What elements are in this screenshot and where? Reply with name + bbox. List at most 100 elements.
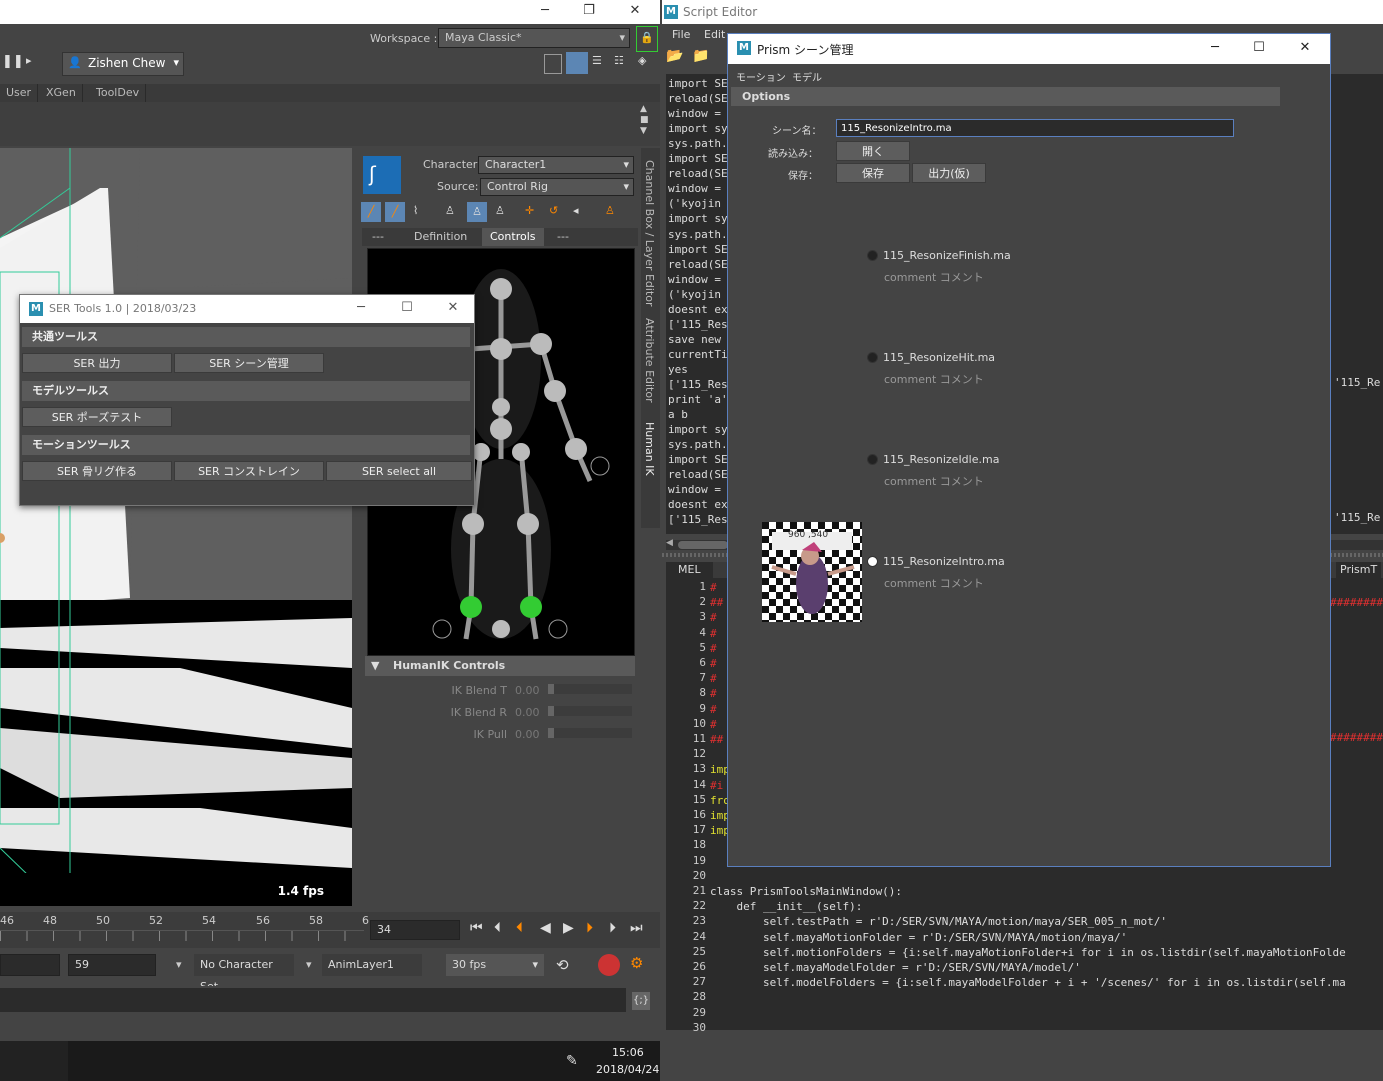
ser-scene-manager-button[interactable]: SER シーン管理 [174,353,324,373]
source-script-icon[interactable]: 📁 [692,48,709,64]
ik-blend-r-slider[interactable] [548,706,632,716]
open-script-icon[interactable]: 📂 [666,48,683,64]
animation-prefs-icon[interactable]: ⚙ [630,954,643,972]
prev-key-icon[interactable]: ⏴ [516,920,523,936]
range-bar[interactable] [0,954,60,976]
script-editor-icon[interactable]: {;} [632,992,650,1010]
tab-prism[interactable]: PrismT [1336,562,1382,578]
shelf-tab-user[interactable]: User [0,84,39,102]
lock-icon[interactable]: 🔒 [636,26,658,52]
scene-item[interactable]: 115_ResonizeHit.ma comment コメント [728,336,1330,386]
export-button[interactable]: 出力(仮) [912,163,986,183]
ser-pose-test-button[interactable]: SER ポーズテスト [22,407,172,427]
ik-pull-value[interactable]: 0.00 [515,728,540,741]
source-dropdown[interactable]: Control Rig ▾ [480,178,634,196]
channel-box-icon[interactable]: ◈ [638,54,646,67]
character-pose-icon[interactable]: ♙ [605,204,615,217]
pen-icon[interactable]: ✎ [566,1053,578,1069]
play-forward-icon[interactable]: ▶ [563,920,574,936]
scroll-left-icon[interactable]: ◀ [666,538,673,548]
ik-pull-slider[interactable] [548,728,632,738]
anim-layer-dropdown[interactable]: AnimLayer1 [322,954,422,976]
auto-key-icon[interactable] [598,954,620,976]
humanik-logo-icon[interactable]: ʃ [363,156,401,194]
chevron-down-icon[interactable]: ▾ [176,958,182,971]
scene-radio[interactable] [867,250,878,261]
scene-radio[interactable] [867,352,878,363]
tab-dash-left[interactable]: --- [372,230,384,243]
scene-radio-checked[interactable] [867,556,878,567]
maximize-icon[interactable]: ☐ [1236,37,1282,61]
stance-pose-icon[interactable]: ♙ [445,204,455,217]
play-back-icon[interactable]: ◀ [540,920,551,936]
restore-icon[interactable]: ❐ [566,0,612,24]
ser-constrain-button[interactable]: SER コンストレイン [174,461,324,481]
tab-mel[interactable]: MEL [666,562,713,578]
ser-export-button[interactable]: SER 出力 [22,353,172,373]
command-input[interactable] [0,988,626,1012]
modeling-toolkit-icon[interactable] [544,54,562,74]
scene-item[interactable]: 115_ResonizeFinish.ma comment コメント [728,234,1330,284]
section-model-tools[interactable]: モデルツールス [22,381,470,401]
menu-file[interactable]: File [672,28,690,41]
tab-definition[interactable]: Definition [414,230,467,243]
options-header[interactable]: Options [731,87,1280,106]
pin-translate-icon[interactable]: ✛ [525,204,534,217]
shelf-scroll-icon[interactable]: ▲ ■ ▼ [640,104,649,137]
taskbar-item[interactable] [0,1041,68,1081]
ik-blend-r-value[interactable]: 0.00 [515,706,540,719]
character-set-dropdown[interactable]: No Character Set [194,954,294,993]
scroll-thumb[interactable] [678,541,728,549]
fps-dropdown[interactable]: 30 fps ▾ [446,954,544,976]
tab-attribute-editor[interactable]: Attribute Editor [643,318,656,403]
tab-human-ik[interactable]: Human IK [643,422,656,476]
minimize-icon[interactable]: ─ [338,297,384,321]
tool-settings-icon[interactable]: ☷ [614,54,624,67]
close-icon[interactable]: ✕ [612,0,658,24]
save-button[interactable]: 保存 [836,163,910,183]
next-key-icon[interactable]: ⏵ [586,920,593,936]
tab-controls[interactable]: Controls [482,228,544,246]
ser-select-all-button[interactable]: SER select all [326,461,472,481]
ik-blend-t-value[interactable]: 0.00 [515,684,540,697]
step-forward-icon[interactable]: ⏵ [609,920,616,936]
scene-item-selected[interactable]: 960 ,540 115_ResonizeIntro.ma comment コメ… [728,522,1330,622]
minimize-icon[interactable]: ─ [1192,37,1238,61]
open-button[interactable]: 開く [836,141,910,161]
character-dropdown[interactable]: Character1 ▾ [478,156,634,174]
menu-edit[interactable]: Edit [704,28,725,41]
skeleton-icon[interactable]: ⌇ [413,204,418,217]
figure-icon[interactable]: ♙ [495,204,505,217]
humanik-controls-header[interactable]: ▼ HumanIK Controls [365,656,635,676]
workspace-dropdown[interactable]: Maya Classic* ▾ [438,28,630,48]
body-part-ik-icon[interactable]: ╱ [385,202,405,222]
menu-model[interactable]: モデル [792,69,822,84]
pin-none-icon[interactable]: ◂ [573,204,579,217]
menu-motion[interactable]: モーション [736,69,786,84]
maximize-icon[interactable]: ☐ [384,297,430,321]
play-small-icon[interactable]: ▸ [26,54,32,67]
human-ik-icon[interactable] [566,52,588,74]
tab-channel-box[interactable]: Channel Box / Layer Editor [643,160,656,307]
close-icon[interactable]: ✕ [1282,37,1328,61]
ser-bone-rig-button[interactable]: SER 骨リグ作る [22,461,172,481]
user-account-button[interactable]: 👤 Zishen Chew ▾ [62,52,184,76]
control-rig-pose-icon[interactable]: ♙ [467,202,487,222]
section-common-tools[interactable]: 共通ツールス [22,327,470,347]
go-to-start-icon[interactable]: ⏮ [470,920,483,936]
scene-radio[interactable] [867,454,878,465]
scene-name-input[interactable] [836,119,1234,137]
current-frame-field[interactable]: 34 [370,920,460,940]
full-body-ik-icon[interactable]: ╱ [361,202,381,222]
minimize-icon[interactable]: ─ [522,0,568,24]
attribute-editor-icon[interactable]: ☰ [592,54,602,67]
chevron-down-icon[interactable]: ▾ [306,958,312,971]
close-icon[interactable]: ✕ [430,297,476,321]
pin-rotate-icon[interactable]: ↺ [549,204,558,217]
shelf-tab-xgen[interactable]: XGen [40,84,83,102]
go-to-end-icon[interactable]: ⏭ [630,920,643,936]
pause-icon[interactable]: ❚❚ [2,54,24,69]
step-back-icon[interactable]: ⏴ [494,920,501,936]
scene-item[interactable]: 115_ResonizeIdle.ma comment コメント [728,438,1330,488]
end-frame-field[interactable]: 59 [68,954,156,976]
